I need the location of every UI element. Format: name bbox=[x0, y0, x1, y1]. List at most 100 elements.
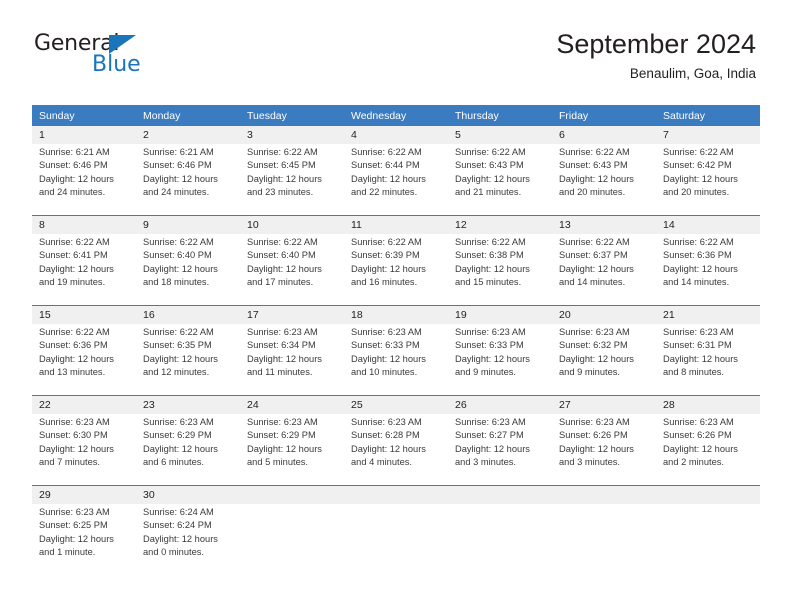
day-number-25[interactable]: 25 bbox=[344, 396, 448, 414]
sunrise-text: Sunrise: 6:23 AM bbox=[247, 417, 318, 427]
day-number-24[interactable]: 24 bbox=[240, 396, 344, 414]
day-number-23[interactable]: 23 bbox=[136, 396, 240, 414]
sunrise-text: Sunrise: 6:23 AM bbox=[351, 327, 422, 337]
day-cell-5[interactable]: Sunrise: 6:22 AM Sunset: 6:43 PM Daylight:… bbox=[448, 144, 552, 215]
daylight-text: and 20 minutes. bbox=[663, 187, 730, 198]
day-cell-20[interactable]: Sunrise: 6:23 AM Sunset: 6:32 PM Daylight:… bbox=[552, 324, 656, 395]
day-cell-12[interactable]: Sunrise: 6:22 AM Sunset: 6:38 PM Daylight:… bbox=[448, 234, 552, 305]
title-block: September 2024 Benaulim, Goa, India bbox=[556, 28, 756, 84]
sunrise-text: Sunrise: 6:23 AM bbox=[39, 417, 110, 427]
daylight-text: Daylight: 12 hours bbox=[247, 353, 322, 364]
day-cell-6[interactable]: Sunrise: 6:22 AM Sunset: 6:43 PM Daylight:… bbox=[552, 144, 656, 215]
day-cell-4[interactable]: Sunrise: 6:22 AM Sunset: 6:44 PM Daylight:… bbox=[344, 144, 448, 215]
day-cell-1[interactable]: Sunrise: 6:21 AM Sunset: 6:46 PM Daylight:… bbox=[32, 144, 136, 215]
daylight-text: Daylight: 12 hours bbox=[455, 263, 530, 274]
day-cell-29[interactable]: Sunrise: 6:23 AM Sunset: 6:25 PM Daylight:… bbox=[32, 504, 136, 575]
day-cell-18[interactable]: Sunrise: 6:23 AM Sunset: 6:33 PM Daylight:… bbox=[344, 324, 448, 395]
day-cell-17[interactable]: Sunrise: 6:23 AM Sunset: 6:34 PM Daylight:… bbox=[240, 324, 344, 395]
day-cell-7[interactable]: Sunrise: 6:22 AM Sunset: 6:42 PM Daylight:… bbox=[656, 144, 760, 215]
day-number-6[interactable]: 6 bbox=[552, 126, 656, 144]
day-cell-9[interactable]: Sunrise: 6:22 AM Sunset: 6:40 PM Daylight:… bbox=[136, 234, 240, 305]
day-number-16[interactable]: 16 bbox=[136, 306, 240, 324]
day-cell-27[interactable]: Sunrise: 6:23 AM Sunset: 6:26 PM Daylight:… bbox=[552, 414, 656, 485]
sunset-text: Sunset: 6:31 PM bbox=[663, 340, 732, 351]
day-number-5[interactable]: 5 bbox=[448, 126, 552, 144]
day-cell-15[interactable]: Sunrise: 6:22 AM Sunset: 6:36 PM Daylight:… bbox=[32, 324, 136, 395]
day-cell-empty bbox=[656, 504, 760, 575]
day-number-17[interactable]: 17 bbox=[240, 306, 344, 324]
day-number-10[interactable]: 10 bbox=[240, 216, 344, 234]
day-cell-30[interactable]: Sunrise: 6:24 AM Sunset: 6:24 PM Daylight:… bbox=[136, 504, 240, 575]
daylight-text: Daylight: 12 hours bbox=[351, 173, 426, 184]
day-cell-21[interactable]: Sunrise: 6:23 AM Sunset: 6:31 PM Daylight:… bbox=[656, 324, 760, 395]
daylight-text: and 24 minutes. bbox=[39, 187, 106, 198]
day-number-3[interactable]: 3 bbox=[240, 126, 344, 144]
daylight-text: Daylight: 12 hours bbox=[143, 533, 218, 544]
week-detail-band: Sunrise: 6:23 AM Sunset: 6:30 PM Daylight:… bbox=[32, 414, 760, 485]
day-number-12[interactable]: 12 bbox=[448, 216, 552, 234]
day-cell-16[interactable]: Sunrise: 6:22 AM Sunset: 6:35 PM Daylight:… bbox=[136, 324, 240, 395]
day-number-18[interactable]: 18 bbox=[344, 306, 448, 324]
sunset-text: Sunset: 6:46 PM bbox=[39, 160, 108, 171]
sunset-text: Sunset: 6:38 PM bbox=[455, 250, 524, 261]
day-number-26[interactable]: 26 bbox=[448, 396, 552, 414]
calendar-week-row: 8 9 10 11 12 13 14 Sunrise: 6:22 AM Sunset: 6:41… bbox=[32, 215, 760, 305]
daylight-text: and 9 minutes. bbox=[559, 367, 620, 378]
day-cell-24[interactable]: Sunrise: 6:23 AM Sunset: 6:29 PM Daylight:… bbox=[240, 414, 344, 485]
day-cell-23[interactable]: Sunrise: 6:23 AM Sunset: 6:29 PM Daylight:… bbox=[136, 414, 240, 485]
sunrise-text: Sunrise: 6:22 AM bbox=[351, 237, 422, 247]
calendar-week-row: 15 16 17 18 19 20 21 Sunrise: 6:22 AM Sunset: 6:… bbox=[32, 305, 760, 395]
daylight-text: Daylight: 12 hours bbox=[351, 263, 426, 274]
daylight-text: Daylight: 12 hours bbox=[559, 263, 634, 274]
daylight-text: and 20 minutes. bbox=[559, 187, 626, 198]
generalblue-logo[interactable]: General Blue bbox=[34, 32, 164, 80]
day-cell-11[interactable]: Sunrise: 6:22 AM Sunset: 6:39 PM Daylight:… bbox=[344, 234, 448, 305]
day-number-29[interactable]: 29 bbox=[32, 486, 136, 504]
day-cell-13[interactable]: Sunrise: 6:22 AM Sunset: 6:37 PM Daylight:… bbox=[552, 234, 656, 305]
day-cell-28[interactable]: Sunrise: 6:23 AM Sunset: 6:26 PM Daylight:… bbox=[656, 414, 760, 485]
sunrise-text: Sunrise: 6:23 AM bbox=[143, 417, 214, 427]
daylight-text: and 5 minutes. bbox=[247, 457, 308, 468]
daylight-text: Daylight: 12 hours bbox=[39, 263, 114, 274]
day-number-27[interactable]: 27 bbox=[552, 396, 656, 414]
daylight-text: Daylight: 12 hours bbox=[39, 443, 114, 454]
daylight-text: Daylight: 12 hours bbox=[143, 443, 218, 454]
day-cell-25[interactable]: Sunrise: 6:23 AM Sunset: 6:28 PM Daylight:… bbox=[344, 414, 448, 485]
daylight-text: and 4 minutes. bbox=[351, 457, 412, 468]
day-cell-22[interactable]: Sunrise: 6:23 AM Sunset: 6:30 PM Daylight:… bbox=[32, 414, 136, 485]
sunset-text: Sunset: 6:45 PM bbox=[247, 160, 316, 171]
day-cell-3[interactable]: Sunrise: 6:22 AM Sunset: 6:45 PM Daylight:… bbox=[240, 144, 344, 215]
day-number-9[interactable]: 9 bbox=[136, 216, 240, 234]
day-cell-26[interactable]: Sunrise: 6:23 AM Sunset: 6:27 PM Daylight:… bbox=[448, 414, 552, 485]
day-number-14[interactable]: 14 bbox=[656, 216, 760, 234]
day-number-21[interactable]: 21 bbox=[656, 306, 760, 324]
sunset-text: Sunset: 6:30 PM bbox=[39, 430, 108, 441]
day-number-empty bbox=[552, 486, 656, 504]
day-cell-19[interactable]: Sunrise: 6:23 AM Sunset: 6:33 PM Daylight:… bbox=[448, 324, 552, 395]
daylight-text: and 12 minutes. bbox=[143, 367, 210, 378]
daylight-text: Daylight: 12 hours bbox=[247, 173, 322, 184]
day-number-22[interactable]: 22 bbox=[32, 396, 136, 414]
day-cell-8[interactable]: Sunrise: 6:22 AM Sunset: 6:41 PM Daylight:… bbox=[32, 234, 136, 305]
day-number-30[interactable]: 30 bbox=[136, 486, 240, 504]
sunset-text: Sunset: 6:42 PM bbox=[663, 160, 732, 171]
day-cell-2[interactable]: Sunrise: 6:21 AM Sunset: 6:46 PM Daylight:… bbox=[136, 144, 240, 215]
day-cell-10[interactable]: Sunrise: 6:22 AM Sunset: 6:40 PM Daylight:… bbox=[240, 234, 344, 305]
sunset-text: Sunset: 6:26 PM bbox=[663, 430, 732, 441]
daylight-text: and 19 minutes. bbox=[39, 277, 106, 288]
day-number-1[interactable]: 1 bbox=[32, 126, 136, 144]
day-number-4[interactable]: 4 bbox=[344, 126, 448, 144]
day-number-15[interactable]: 15 bbox=[32, 306, 136, 324]
day-number-2[interactable]: 2 bbox=[136, 126, 240, 144]
day-number-11[interactable]: 11 bbox=[344, 216, 448, 234]
day-number-13[interactable]: 13 bbox=[552, 216, 656, 234]
day-number-8[interactable]: 8 bbox=[32, 216, 136, 234]
daylight-text: and 10 minutes. bbox=[351, 367, 418, 378]
day-number-7[interactable]: 7 bbox=[656, 126, 760, 144]
sunset-text: Sunset: 6:28 PM bbox=[351, 430, 420, 441]
day-number-28[interactable]: 28 bbox=[656, 396, 760, 414]
day-number-19[interactable]: 19 bbox=[448, 306, 552, 324]
daylight-text: and 0 minutes. bbox=[143, 547, 204, 558]
day-number-20[interactable]: 20 bbox=[552, 306, 656, 324]
day-cell-14[interactable]: Sunrise: 6:22 AM Sunset: 6:36 PM Daylight:… bbox=[656, 234, 760, 305]
